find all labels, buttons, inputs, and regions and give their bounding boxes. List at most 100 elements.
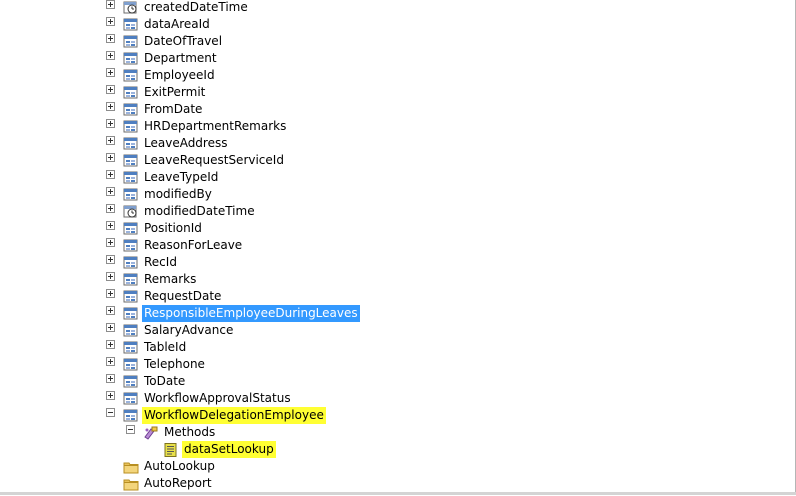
field-label: RequestDate bbox=[144, 289, 222, 303]
field-icon bbox=[123, 290, 139, 304]
field-label: TableId bbox=[144, 340, 187, 354]
tree-node-field[interactable]: createdDateTime bbox=[0, 0, 796, 16]
field-icon bbox=[123, 273, 139, 287]
field-icon bbox=[123, 256, 139, 270]
tree-node-field[interactable]: ResponsibleEmployeeDuringLeaves bbox=[0, 305, 796, 322]
field-label: SalaryAdvance bbox=[144, 323, 234, 337]
method-icon bbox=[163, 443, 179, 457]
expand-plus-icon[interactable] bbox=[106, 153, 115, 162]
tree-node-field[interactable]: Department bbox=[0, 50, 796, 67]
aot-tree-view[interactable]: createdDateTime dataAreaId DateOfTravel Dep… bbox=[0, 0, 796, 495]
expand-plus-icon[interactable] bbox=[106, 306, 115, 315]
field-icon bbox=[123, 137, 139, 151]
folder-label: AutoReport bbox=[144, 476, 212, 490]
field-label: FromDate bbox=[144, 102, 203, 116]
field-label: HRDepartmentRemarks bbox=[144, 119, 287, 133]
field-label: modifiedBy bbox=[144, 187, 212, 201]
tree-node-folder[interactable]: AutoLookup bbox=[0, 458, 796, 475]
field-icon bbox=[123, 18, 139, 32]
field-label: Remarks bbox=[144, 272, 197, 286]
expand-plus-icon[interactable] bbox=[106, 0, 115, 9]
field-icon bbox=[123, 69, 139, 83]
folder-icon bbox=[123, 460, 139, 474]
field-icon bbox=[123, 171, 139, 185]
tree-node-field[interactable]: ReasonForLeave bbox=[0, 237, 796, 254]
tree-node-field[interactable]: HRDepartmentRemarks bbox=[0, 118, 796, 135]
field-icon bbox=[123, 222, 139, 236]
tree-node-field[interactable]: modifiedDateTime bbox=[0, 203, 796, 220]
field-icon bbox=[123, 409, 139, 423]
expand-plus-icon[interactable] bbox=[106, 374, 115, 383]
expand-plus-icon[interactable] bbox=[106, 85, 115, 94]
tree-node-field[interactable]: LeaveRequestServiceId bbox=[0, 152, 796, 169]
tree-node-field[interactable]: RequestDate bbox=[0, 288, 796, 305]
expand-plus-icon[interactable] bbox=[106, 204, 115, 213]
folder-icon bbox=[123, 477, 139, 491]
field-icon bbox=[123, 375, 139, 389]
expand-plus-icon[interactable] bbox=[106, 68, 115, 77]
field-icon bbox=[123, 154, 139, 168]
field-icon bbox=[123, 358, 139, 372]
field-label: DateOfTravel bbox=[144, 34, 223, 48]
tree-node-field[interactable]: DateOfTravel bbox=[0, 33, 796, 50]
tree-node-field[interactable]: LeaveTypeId bbox=[0, 169, 796, 186]
tree-node-method[interactable]: dataSetLookup bbox=[0, 441, 796, 458]
field-label: ToDate bbox=[144, 374, 186, 388]
tree-node-field[interactable]: WorkflowDelegationEmployee bbox=[0, 407, 796, 424]
tree-node-field[interactable]: dataAreaId bbox=[0, 16, 796, 33]
tree-node-field[interactable]: Remarks bbox=[0, 271, 796, 288]
datetime-field-icon bbox=[123, 1, 139, 15]
field-label: WorkflowDelegationEmployee bbox=[142, 407, 326, 424]
field-icon bbox=[123, 307, 139, 321]
expand-plus-icon[interactable] bbox=[106, 51, 115, 60]
tree-node-field[interactable]: WorkflowApprovalStatus bbox=[0, 390, 796, 407]
expand-plus-icon[interactable] bbox=[106, 34, 115, 43]
datetime-field-icon bbox=[123, 205, 139, 219]
expand-plus-icon[interactable] bbox=[106, 357, 115, 366]
field-label: EmployeeId bbox=[144, 68, 215, 82]
expand-plus-icon[interactable] bbox=[106, 272, 115, 281]
expand-plus-icon[interactable] bbox=[106, 289, 115, 298]
expand-plus-icon[interactable] bbox=[106, 238, 115, 247]
tree-node-field[interactable]: SalaryAdvance bbox=[0, 322, 796, 339]
tree-node-field[interactable]: Telephone bbox=[0, 356, 796, 373]
expand-plus-icon[interactable] bbox=[106, 187, 115, 196]
tree-node-field[interactable]: ToDate bbox=[0, 373, 796, 390]
tree-node-field[interactable]: LeaveAddress bbox=[0, 135, 796, 152]
tree-node-field[interactable]: modifiedBy bbox=[0, 186, 796, 203]
field-label: Telephone bbox=[144, 357, 205, 371]
tree-node-folder[interactable]: AutoReport bbox=[0, 475, 796, 492]
expand-plus-icon[interactable] bbox=[106, 119, 115, 128]
expand-plus-icon[interactable] bbox=[106, 136, 115, 145]
field-label: LeaveRequestServiceId bbox=[144, 153, 284, 167]
expand-plus-icon[interactable] bbox=[106, 102, 115, 111]
field-label: createdDateTime bbox=[144, 0, 248, 14]
folder-label: AutoLookup bbox=[144, 459, 215, 473]
field-icon bbox=[123, 35, 139, 49]
expand-plus-icon[interactable] bbox=[106, 323, 115, 332]
methods-label: Methods bbox=[164, 425, 216, 439]
field-label: ResponsibleEmployeeDuringLeaves bbox=[142, 305, 360, 322]
expand-plus-icon[interactable] bbox=[106, 17, 115, 26]
expand-plus-icon[interactable] bbox=[106, 255, 115, 264]
tree-node-field[interactable]: EmployeeId bbox=[0, 67, 796, 84]
field-label: ReasonForLeave bbox=[144, 238, 243, 252]
tree-node-methods[interactable]: Methods bbox=[0, 424, 796, 441]
tree-node-field[interactable]: RecId bbox=[0, 254, 796, 271]
field-icon bbox=[123, 188, 139, 202]
expand-plus-icon[interactable] bbox=[106, 221, 115, 230]
expand-plus-icon[interactable] bbox=[106, 391, 115, 400]
tree-node-field[interactable]: FromDate bbox=[0, 101, 796, 118]
field-icon bbox=[123, 120, 139, 134]
method-label: dataSetLookup bbox=[182, 441, 276, 458]
tree-node-field[interactable]: TableId bbox=[0, 339, 796, 356]
tree-node-field[interactable]: PositionId bbox=[0, 220, 796, 237]
collapse-minus-icon[interactable] bbox=[126, 425, 135, 434]
collapse-minus-icon[interactable] bbox=[106, 408, 115, 417]
methods-icon bbox=[143, 426, 159, 440]
tree-node-field[interactable]: ExitPermit bbox=[0, 84, 796, 101]
field-icon bbox=[123, 392, 139, 406]
expand-plus-icon[interactable] bbox=[106, 170, 115, 179]
expand-plus-icon[interactable] bbox=[106, 340, 115, 349]
field-icon bbox=[123, 86, 139, 100]
